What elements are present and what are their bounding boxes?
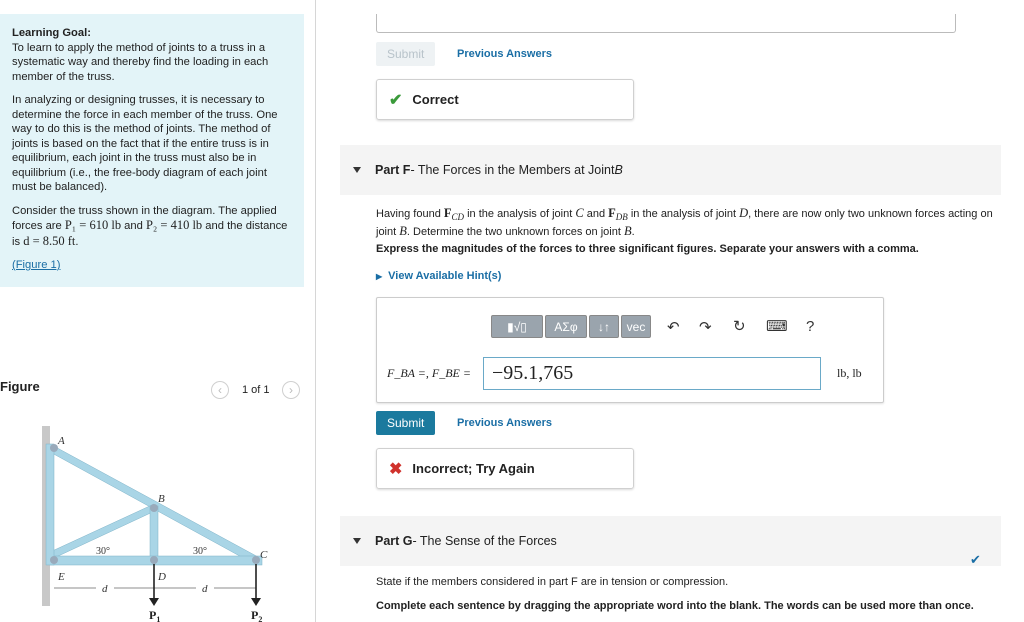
p1-value: P₁ = 610 lb bbox=[64, 218, 122, 232]
p2-value: P₂ = 410 lb bbox=[145, 218, 203, 232]
keyboard-icon[interactable]: ⌨ bbox=[766, 317, 788, 335]
cross-icon: ✖ bbox=[389, 460, 403, 478]
arrowhead bbox=[251, 598, 261, 606]
part-f-question: Having found FCD in the analysis of join… bbox=[376, 206, 993, 239]
vec-button[interactable]: vec bbox=[621, 315, 651, 338]
svg-text:P2: P2 bbox=[251, 608, 262, 622]
submit-button[interactable]: Submit bbox=[376, 411, 436, 435]
units-label: lb, lb bbox=[837, 366, 862, 380]
angle-label-1: 30° bbox=[96, 546, 110, 557]
figure-link[interactable]: (Figure 1) bbox=[12, 259, 61, 271]
checkmark-icon: ✔ bbox=[389, 91, 403, 109]
figure-next-button[interactable]: › bbox=[282, 381, 300, 399]
joint-c bbox=[252, 556, 260, 564]
reset-icon[interactable]: ↻ bbox=[733, 317, 746, 335]
learning-goal-text: To learn to apply the method of joints t… bbox=[12, 41, 269, 83]
help-icon[interactable]: ? bbox=[806, 318, 814, 335]
part-g-question: State if the members considered in part … bbox=[376, 576, 729, 588]
previous-answers-link-f[interactable]: Previous Answers bbox=[457, 417, 552, 429]
label-p2: P bbox=[251, 608, 258, 622]
angle-label-2: 30° bbox=[193, 546, 207, 557]
arrows-button[interactable]: ↓↑ bbox=[589, 315, 619, 338]
label-p1: P bbox=[149, 608, 156, 622]
redo-icon[interactable]: ↷ bbox=[699, 318, 712, 336]
templates-button[interactable]: ▮√▯ bbox=[491, 315, 543, 338]
greek-button[interactable]: ΑΣφ bbox=[545, 315, 587, 338]
distance-value: d = 8.50 ft bbox=[23, 233, 76, 248]
joint-e bbox=[50, 556, 58, 564]
joint-d bbox=[150, 556, 158, 564]
label-c: C bbox=[260, 549, 268, 561]
hints-toggle[interactable]: ▶ View Available Hint(s) bbox=[376, 270, 501, 282]
panel-divider bbox=[315, 0, 316, 622]
chevron-right-icon: › bbox=[289, 383, 293, 397]
caret-down-icon bbox=[353, 167, 361, 173]
joint-b bbox=[150, 504, 158, 512]
label-d1: d bbox=[102, 583, 108, 595]
label-e: E bbox=[57, 571, 65, 583]
answer-input[interactable]: −95.1,765 bbox=[483, 357, 821, 390]
part-g-instruction: Complete each sentence by dragging the a… bbox=[376, 600, 974, 612]
problem-statement: Consider the truss shown in the diagram.… bbox=[12, 204, 288, 248]
member-bd bbox=[149, 505, 159, 559]
caret-right-icon: ▶ bbox=[376, 272, 383, 281]
undo-icon[interactable]: ↶ bbox=[667, 318, 680, 336]
figure-pager: 1 of 1 bbox=[242, 384, 270, 396]
member-ae bbox=[45, 443, 55, 566]
caret-down-icon bbox=[353, 538, 361, 544]
svg-text:P1: P1 bbox=[149, 608, 160, 622]
part-f-instruction: Express the magnitudes of the forces to … bbox=[376, 243, 919, 255]
previous-answer-box[interactable] bbox=[376, 14, 956, 33]
intro-paragraph: In analyzing or designing trusses, it is… bbox=[12, 94, 278, 193]
figure-prev-button[interactable]: ‹ bbox=[211, 381, 229, 399]
check-icon: ✔ bbox=[970, 552, 981, 567]
learning-goal-panel: Learning Goal: To learn to apply the met… bbox=[0, 14, 304, 287]
label-d: D bbox=[157, 571, 166, 583]
submit-button-disabled[interactable]: Submit bbox=[376, 42, 436, 66]
label-a: A bbox=[57, 435, 65, 447]
previous-answers-link[interactable]: Previous Answers bbox=[457, 48, 552, 60]
incorrect-feedback: ✖ Incorrect; Try Again bbox=[376, 448, 634, 489]
part-f-header[interactable]: Part F - The Forces in the Members at Jo… bbox=[340, 145, 1001, 195]
part-g-header[interactable]: Part G - The Sense of the Forces bbox=[340, 516, 1001, 566]
label-d2: d bbox=[202, 583, 208, 595]
answer-panel: ▮√▯ ΑΣφ ↓↑ vec ↶ ↷ ↻ ⌨ ? F_BA =, F_BE = … bbox=[376, 297, 884, 403]
learning-goal-heading: Learning Goal: bbox=[12, 27, 91, 39]
figure-heading: Figure bbox=[0, 379, 40, 394]
arrowhead bbox=[149, 598, 159, 606]
truss-diagram: A B C D E d d 30° 30° P1 P2 bbox=[42, 426, 268, 622]
label-b: B bbox=[158, 493, 165, 505]
chevron-left-icon: ‹ bbox=[218, 383, 222, 397]
correct-feedback: ✔ Correct bbox=[376, 79, 634, 120]
input-label: F_BA =, F_BE = bbox=[387, 366, 471, 380]
joint-a bbox=[50, 444, 58, 452]
